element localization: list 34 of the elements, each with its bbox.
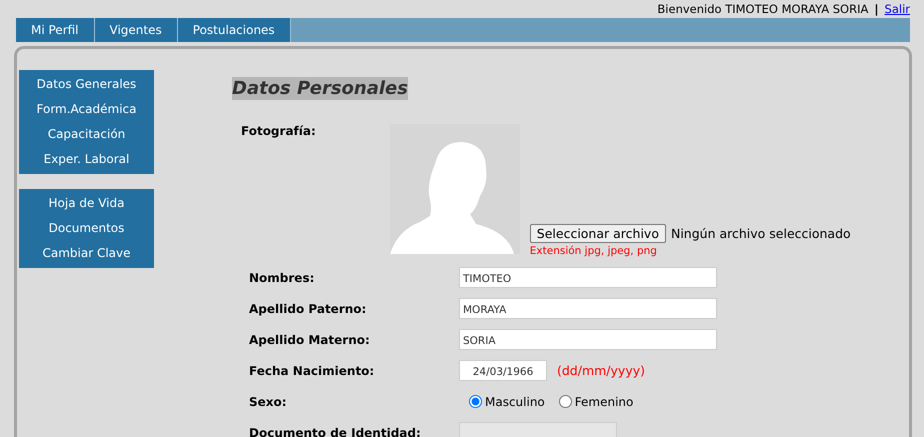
- sidebar-item[interactable]: Datos Generales: [19, 72, 154, 97]
- choose-file-button[interactable]: Seleccionar archivo: [530, 224, 666, 243]
- field-label: Fotografía:: [241, 124, 316, 140]
- sidebar-item[interactable]: Capacitación: [19, 122, 154, 147]
- sidebar-item[interactable]: Form.Académica: [19, 97, 154, 122]
- radio-button[interactable]: [558, 395, 572, 408]
- field-label: Apellido Paterno:: [249, 302, 368, 316]
- file-hint: Extensión jpg, jpeg, png: [530, 245, 658, 257]
- text-field[interactable]: MORAYA: [459, 298, 717, 319]
- field-label: Nombres:: [249, 270, 316, 284]
- text-field[interactable]: SORIA: [459, 329, 717, 350]
- date-field[interactable]: 24/03/1966: [459, 360, 547, 381]
- file-status: Ningún archivo seleccionado: [670, 226, 851, 241]
- radio-label: Masculino: [485, 394, 545, 408]
- sidebar-item[interactable]: Hoja de Vida: [19, 191, 154, 216]
- section-title: Datos Personales: [232, 77, 408, 100]
- radio-button[interactable]: [469, 395, 482, 408]
- radio-label: Femenino: [574, 394, 634, 408]
- readonly-field[interactable]: [459, 422, 617, 437]
- nav-tab[interactable]: Vigentes: [94, 18, 178, 42]
- field-label: Apellido Materno:: [249, 332, 371, 346]
- field-label: Fecha Nacimiento:: [249, 364, 376, 378]
- field-label: Documento de Identidad:: [249, 426, 422, 437]
- nav-tab[interactable]: Postulaciones: [178, 18, 291, 42]
- separator: |: [874, 2, 879, 16]
- text-field[interactable]: TIMOTEO: [459, 267, 717, 288]
- logout-link[interactable]: Salir: [884, 2, 910, 16]
- field-label: Sexo:: [249, 394, 288, 408]
- sidebar-item[interactable]: Exper. Laboral: [19, 147, 154, 172]
- sidebar-item[interactable]: Cambiar Clave: [19, 241, 154, 266]
- nav-tab[interactable]: Mi Perfil: [16, 18, 95, 42]
- date-format-hint: (dd/mm/yyyy): [557, 363, 645, 378]
- sidebar-item[interactable]: Documentos: [19, 216, 154, 241]
- welcome-text: Bienvenido TIMOTEO MORAYA SORIA: [657, 2, 868, 16]
